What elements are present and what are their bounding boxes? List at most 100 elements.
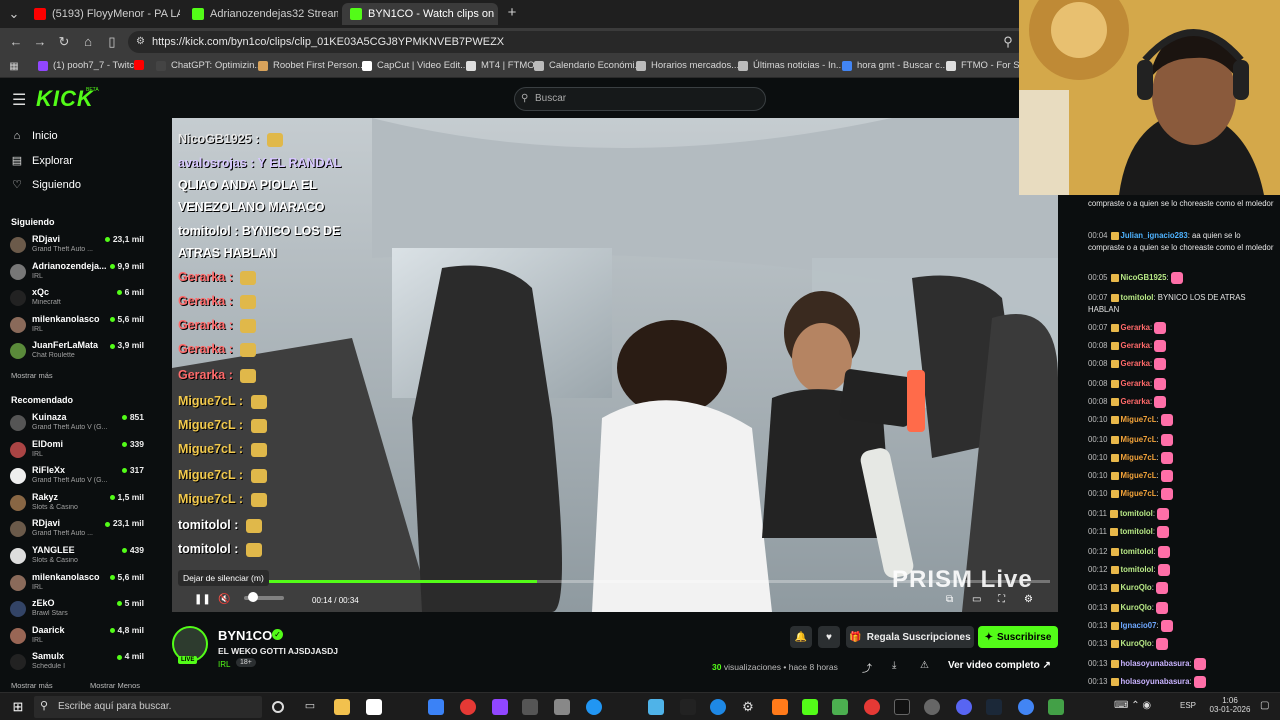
tiktok-icon[interactable] — [894, 699, 910, 715]
app-icon[interactable] — [648, 699, 664, 715]
chat-username[interactable]: holasoyunabasura — [1121, 659, 1190, 668]
zoom-app-icon[interactable] — [586, 699, 602, 715]
app-icon[interactable] — [522, 699, 538, 715]
browser-tab-2[interactable]: Adrianozendejas32 Stream - W ✕ — [184, 3, 338, 25]
full-video-link[interactable]: Ver video completo ↗ — [948, 660, 1051, 671]
app-icon[interactable] — [554, 699, 570, 715]
reload-icon[interactable]: ↻ — [56, 34, 72, 50]
sidebar-channel[interactable]: RiFleXx Grand Theft Auto V (G... 317 — [10, 465, 144, 491]
clock[interactable]: 1:06 03-01-2026 — [1208, 696, 1252, 714]
fullscreen-icon[interactable]: ⛶ — [998, 594, 1005, 605]
bookmark-item[interactable]: CapCut | Video Edit... — [362, 60, 468, 71]
tab-list-icon[interactable]: ⌄ — [6, 6, 22, 22]
chat-username[interactable]: tomitolol — [1121, 293, 1154, 302]
chat-username[interactable]: Migue7cL — [1121, 471, 1157, 480]
chat-username[interactable]: holasoyunabasura — [1121, 677, 1190, 686]
chat-username[interactable]: KuroQlo — [1121, 639, 1152, 648]
obs-icon[interactable] — [924, 699, 940, 715]
capcut-icon[interactable] — [680, 699, 696, 715]
chat-username[interactable]: Gerarka — [1121, 397, 1150, 406]
progress-bar[interactable] — [180, 580, 1050, 583]
chat-username[interactable]: KuroQlo — [1121, 583, 1152, 592]
download-icon[interactable]: ⤓ — [892, 660, 896, 671]
bookmark-item[interactable]: hora gmt - Buscar c... — [842, 60, 948, 71]
sidebar-channel[interactable]: JuanFerLaMata Chat Roulette 3,9 mil — [10, 340, 144, 366]
sidebar-channel[interactable]: milenkanolasco IRL 5,6 mil — [10, 314, 144, 340]
share-icon[interactable]: ⤴ — [862, 660, 872, 675]
chat-username[interactable]: KuroQlo — [1121, 603, 1152, 612]
volume-handle[interactable] — [248, 592, 258, 602]
copilot-icon[interactable] — [428, 699, 444, 715]
chat-username[interactable]: NicoGB1925 — [1121, 273, 1167, 282]
subscribe-button[interactable]: ✦ Suscribirse — [978, 626, 1058, 648]
search-input[interactable]: ⚲ Buscar — [514, 87, 766, 111]
chrome-icon[interactable] — [1018, 699, 1034, 715]
file-explorer-icon[interactable] — [334, 699, 350, 715]
settings-icon[interactable]: ⚙ — [1024, 594, 1033, 605]
app-icon[interactable] — [772, 699, 788, 715]
bookmark-item[interactable]: Roobet First Person... — [258, 60, 365, 71]
show-less-recommended[interactable]: Mostrar Menos — [90, 681, 140, 690]
gift-subs-button[interactable]: 🎁 Regala Suscripciones — [846, 626, 974, 648]
notifications-bell-icon[interactable]: 🔔 — [790, 626, 812, 648]
chat-username[interactable]: Migue7cL — [1121, 435, 1157, 444]
channel-name[interactable]: BYN1CO — [218, 628, 272, 643]
show-more-following[interactable]: Mostrar más — [11, 371, 53, 380]
back-icon[interactable]: ← — [8, 34, 24, 50]
twitch-icon[interactable] — [492, 699, 508, 715]
sidebar-channel[interactable]: Samulx Schedule I 4 mil — [10, 651, 144, 677]
discord-icon[interactable] — [956, 699, 972, 715]
apps-icon[interactable]: ▦ — [6, 59, 22, 75]
kick-app-icon[interactable] — [802, 699, 818, 715]
bookmark-item[interactable]: Últimas noticias - In... — [738, 60, 844, 71]
theater-mode-icon[interactable]: ▭ — [972, 594, 981, 605]
settings-icon[interactable]: ⚙ — [740, 699, 756, 715]
nav-home[interactable]: ⌂ Inicio — [10, 130, 58, 142]
chat-username[interactable]: Migue7cL — [1121, 415, 1157, 424]
bookmark-item[interactable]: Horarios mercados... — [636, 60, 739, 71]
notepad-icon[interactable] — [366, 699, 382, 715]
bookmark-item[interactable] — [134, 60, 149, 70]
cortana-icon[interactable] — [272, 701, 284, 713]
chat-username[interactable]: Migue7cL — [1121, 489, 1157, 498]
chat-username[interactable]: Gerarka — [1121, 341, 1150, 350]
sidebar-channel[interactable]: RDjavi Grand Theft Auto ... 23,1 mil — [10, 234, 144, 260]
opera-icon[interactable] — [864, 699, 880, 715]
windows-start-icon[interactable]: ⊞ — [10, 699, 26, 715]
new-tab-button[interactable]: + — [504, 5, 520, 21]
chat-username[interactable]: Gerarka — [1121, 379, 1150, 388]
sidebar-channel[interactable]: Daarick IRL 4,8 mil — [10, 625, 144, 651]
nav-explore[interactable]: ▤ Explorar — [10, 154, 73, 168]
taskbar-search[interactable]: ⚲ Escribe aquí para buscar. — [34, 696, 262, 718]
chat-username[interactable]: Julian_ignacio283 — [1121, 231, 1188, 240]
report-icon[interactable]: ⚠ — [920, 660, 929, 671]
system-tray-icons[interactable]: ⌨ ⌃ ◉ — [1114, 700, 1151, 711]
sidebar-channel[interactable]: Kuinaza Grand Theft Auto V (G... 851 — [10, 412, 144, 438]
minecraft-icon[interactable] — [832, 699, 848, 715]
steam-icon[interactable] — [986, 699, 1002, 715]
volume-icon[interactable]: 🔇 — [218, 594, 230, 605]
menu-icon[interactable]: ☰ — [12, 90, 26, 110]
language-indicator[interactable]: ESP — [1180, 701, 1196, 710]
sidebar-channel[interactable]: zEkO Brawl Stars 5 mil — [10, 598, 144, 624]
chat-username[interactable]: tomitolol — [1121, 547, 1154, 556]
url-field[interactable]: ⚙ https://kick.com/byn1co/clips/clip_01K… — [128, 31, 1028, 53]
browser-tab-3[interactable]: BYN1CO - Watch clips on K ✕ — [342, 3, 498, 25]
pip-icon[interactable]: ⧉ — [946, 594, 953, 605]
follow-heart-icon[interactable]: ♥ — [818, 626, 840, 648]
nav-following[interactable]: ♡ Siguiendo — [10, 178, 81, 192]
zoom-icon[interactable]: ⚲ — [1000, 34, 1016, 50]
bookmark-item[interactable]: MT4 | FTMO — [466, 60, 535, 71]
sidebar-channel[interactable]: ElDomi IRL 339 — [10, 439, 144, 465]
home-icon[interactable]: ⌂ — [80, 34, 96, 50]
notifications-icon[interactable]: ▢ — [1260, 700, 1269, 711]
forward-icon[interactable]: → — [32, 34, 48, 50]
sidebar-channel[interactable]: xQc Minecraft 6 mil — [10, 287, 144, 313]
sidebar-channel[interactable]: Rakyz Slots & Casino 1,5 mil — [10, 492, 144, 518]
browser-tab-1[interactable]: (5193) FloyyMenor - PA LA EUR ✕ — [26, 3, 180, 25]
category-link[interactable]: IRL — [218, 660, 230, 669]
chat-username[interactable]: Gerarka — [1121, 359, 1150, 368]
split-view-icon[interactable]: ▯ — [104, 34, 120, 50]
show-more-recommended[interactable]: Mostrar más — [11, 681, 53, 690]
chat-username[interactable]: Ignacio07 — [1121, 621, 1157, 630]
